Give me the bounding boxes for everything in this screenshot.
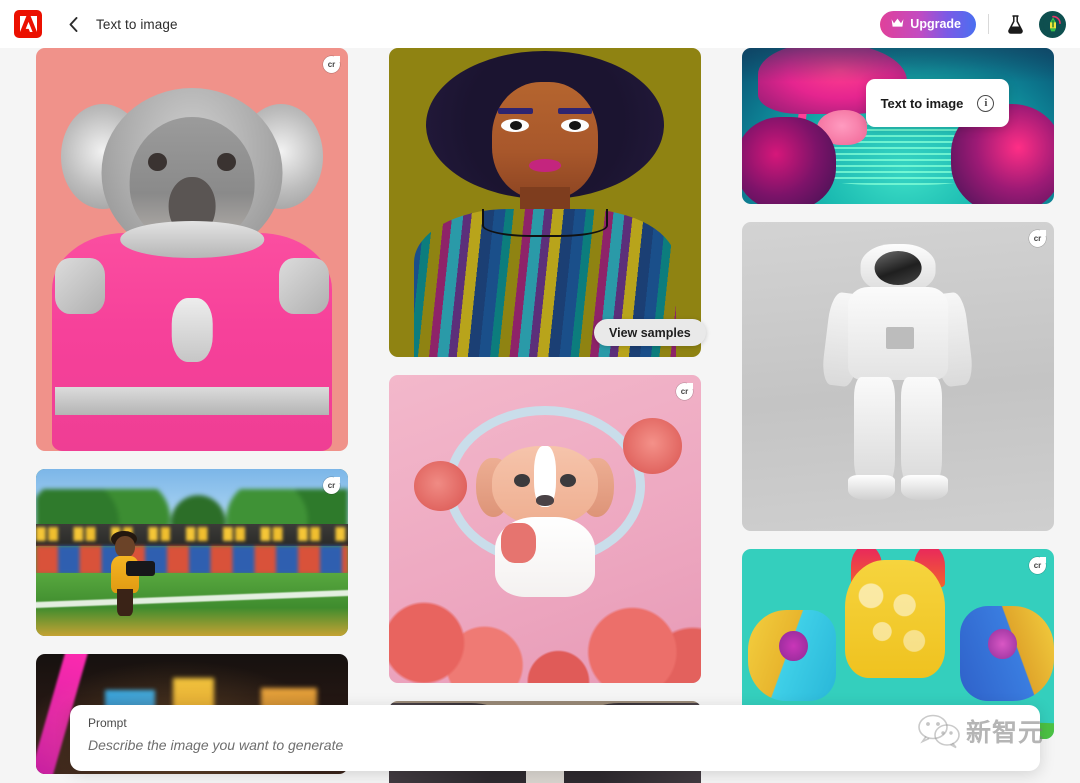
koala-collar — [120, 221, 264, 258]
portrait-eye-right — [560, 119, 589, 133]
astronaut-leg-right — [901, 376, 942, 488]
astronaut-boot-right — [901, 475, 948, 501]
astronaut-boot-left — [848, 475, 895, 501]
astronaut-visor — [874, 251, 922, 286]
figure-camera — [126, 560, 155, 576]
dog-chest-patch — [501, 522, 536, 563]
prompt-label: Prompt — [88, 716, 127, 730]
bird-center — [844, 560, 945, 679]
flower-left — [413, 461, 467, 511]
column-right: cr cr — [742, 48, 1054, 757]
avatar[interactable] — [1039, 10, 1066, 38]
header-divider — [988, 14, 989, 34]
bird-left-eye — [779, 630, 808, 662]
koala-shoulder-right — [279, 257, 330, 314]
beaker-icon[interactable] — [1001, 10, 1029, 38]
flower-bed — [389, 572, 701, 683]
page-title: Text to image — [96, 16, 178, 32]
column-middle: cr cr — [389, 48, 701, 783]
flower-right — [623, 418, 683, 474]
app-header: Text to image Upgrade — [0, 0, 1080, 48]
card-koala-astronaut[interactable]: cr — [36, 48, 348, 451]
upgrade-button[interactable]: Upgrade — [880, 10, 976, 38]
lego-photographer-art — [36, 469, 348, 636]
figure-head — [114, 535, 135, 558]
jungle-foliage-left — [742, 116, 836, 204]
dog-nose — [535, 495, 555, 507]
stadium-lights — [36, 527, 348, 541]
card-afro-portrait[interactable] — [389, 48, 701, 357]
koala-belt — [54, 386, 330, 415]
image-gallery[interactable]: cr cr cr cr cr — [0, 48, 1080, 783]
koala-astronaut-art — [36, 48, 348, 451]
info-icon[interactable]: i — [977, 94, 995, 112]
astronaut-leg-left — [854, 376, 895, 488]
content-credentials-badge[interactable]: cr — [323, 56, 340, 73]
tooltip-label: Text to image — [880, 95, 964, 111]
dog-eye-right — [559, 473, 577, 488]
content-credentials-badge[interactable]: cr — [323, 477, 340, 494]
content-credentials-badge[interactable]: cr — [1029, 230, 1046, 247]
koala-shoulder-left — [54, 257, 105, 314]
adobe-logo[interactable] — [14, 10, 42, 38]
prompt-bar[interactable]: Prompt — [70, 705, 1040, 771]
card-paper-dog[interactable]: cr — [389, 375, 701, 683]
text-to-image-tooltip[interactable]: Text to image i — [866, 79, 1009, 127]
upgrade-label: Upgrade — [910, 17, 961, 31]
white-astronaut-art — [742, 222, 1054, 531]
column-left: cr cr — [36, 48, 348, 783]
afro-portrait-art — [389, 48, 701, 357]
astronaut-chest-panel — [885, 327, 914, 349]
card-lego-photographer[interactable]: cr — [36, 469, 348, 636]
paper-dog-art — [389, 375, 701, 683]
portrait-face — [491, 81, 599, 200]
portrait-brow-left — [498, 108, 533, 114]
prompt-input[interactable] — [88, 737, 1022, 753]
portrait-brow-right — [557, 108, 592, 114]
content-credentials-badge[interactable]: cr — [676, 383, 693, 400]
card-white-astronaut[interactable]: cr — [742, 222, 1054, 531]
stadium-seats — [36, 545, 348, 575]
jungle-canopy-shade — [742, 48, 1054, 83]
portrait-lips — [529, 159, 561, 172]
content-credentials-badge[interactable]: cr — [1029, 557, 1046, 574]
koala-eye-left — [148, 152, 168, 171]
view-samples-button[interactable]: View samples — [594, 319, 706, 346]
figure-legs — [117, 589, 133, 616]
back-button[interactable] — [58, 9, 88, 39]
koala-eye-right — [216, 152, 236, 171]
bird-right-eye — [988, 628, 1017, 660]
crown-icon — [891, 17, 904, 31]
dog-eye-left — [513, 473, 531, 488]
koala-chest-pack — [171, 297, 213, 363]
